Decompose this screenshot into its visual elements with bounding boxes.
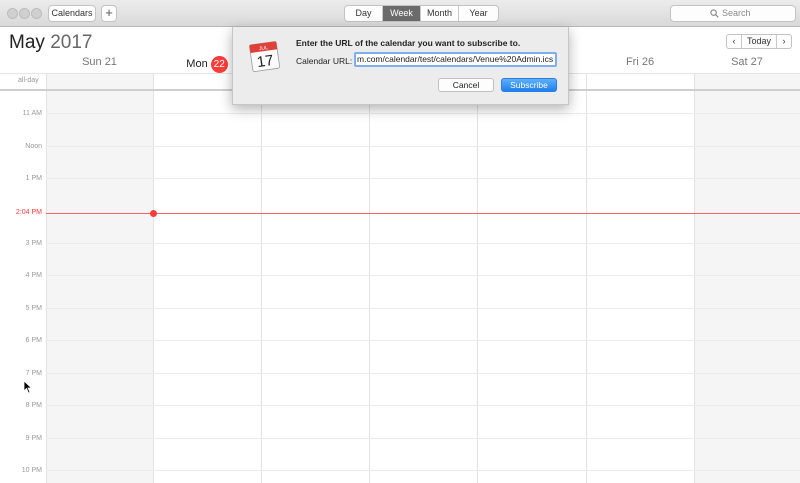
month-title: May 2017 xyxy=(9,32,92,54)
subscribe-dialog: JUL 17 Enter the URL of the calendar you… xyxy=(232,27,569,105)
minimize-window-button[interactable] xyxy=(19,8,30,19)
day-column-fri[interactable] xyxy=(586,73,694,483)
view-year-button[interactable]: Year xyxy=(459,6,498,21)
day-column-sun[interactable] xyxy=(46,73,153,483)
toolbar: Calendars + Day Week Month Year Search xyxy=(0,0,800,27)
view-switcher: Day Week Month Year xyxy=(344,5,499,22)
search-placeholder: Search xyxy=(722,8,751,18)
hour-label: 8 PM xyxy=(25,402,42,409)
day-column-wed[interactable] xyxy=(369,73,477,483)
current-time-dot xyxy=(150,210,157,217)
calendar-url-input[interactable]: m.com/calendar/test/calendars/Venue%20Ad… xyxy=(354,52,557,67)
current-time-line xyxy=(46,213,800,214)
close-window-button[interactable] xyxy=(7,8,18,19)
hour-label: 4 PM xyxy=(25,272,42,279)
hour-label: 5 PM xyxy=(25,305,42,312)
cancel-button[interactable]: Cancel xyxy=(438,78,494,92)
day-header-sat: Sat 27 xyxy=(731,56,763,68)
date-navigation: ‹ Today › xyxy=(726,34,792,49)
day-column-mon[interactable] xyxy=(153,73,261,483)
calendar-url-label: Calendar URL: xyxy=(296,56,353,66)
day-column-sat[interactable] xyxy=(694,73,800,483)
mouse-cursor-icon xyxy=(23,380,33,394)
month-name: May xyxy=(9,32,45,53)
hour-label: 9 PM xyxy=(25,435,42,442)
hour-label: 7 PM xyxy=(25,370,42,377)
view-week-button[interactable]: Week xyxy=(383,6,421,21)
calendar-window: Calendars + Day Week Month Year Search M… xyxy=(0,0,800,483)
search-icon xyxy=(710,9,719,18)
day-header-sun: Sun 21 xyxy=(82,56,117,68)
day-column-thu[interactable] xyxy=(477,73,586,483)
year-label: 2017 xyxy=(50,32,93,53)
day-column-tue[interactable] xyxy=(261,73,369,483)
all-day-label: all-day xyxy=(18,77,39,84)
day-header-mon-label: Mon xyxy=(186,58,208,70)
calendars-button[interactable]: Calendars xyxy=(48,5,96,22)
zoom-window-button[interactable] xyxy=(31,8,42,19)
subscribe-button[interactable]: Subscribe xyxy=(501,78,557,92)
day-header-fri: Fri 26 xyxy=(625,56,655,68)
hour-label: 1 PM xyxy=(25,175,42,182)
icon-day: 17 xyxy=(256,52,275,71)
view-month-button[interactable]: Month xyxy=(421,6,459,21)
today-button[interactable]: Today xyxy=(741,35,777,48)
icon-month: JUL xyxy=(259,45,269,52)
today-date-badge: 22 xyxy=(210,56,228,73)
add-event-button[interactable]: + xyxy=(101,5,117,22)
search-field[interactable]: Search xyxy=(670,5,796,22)
hour-label: 10 PM xyxy=(21,467,42,474)
next-week-button[interactable]: › xyxy=(777,35,791,48)
hour-label: Noon xyxy=(25,143,42,150)
hour-label: 6 PM xyxy=(25,337,42,344)
current-time-label: 2:04 PM xyxy=(15,209,42,216)
hour-label: 11 AM xyxy=(22,110,42,117)
view-day-button[interactable]: Day xyxy=(345,6,383,21)
dialog-title: Enter the URL of the calendar you want t… xyxy=(296,38,521,48)
calendar-app-icon: JUL 17 xyxy=(249,41,280,72)
hour-label: 3 PM xyxy=(25,240,42,247)
previous-week-button[interactable]: ‹ xyxy=(727,35,741,48)
